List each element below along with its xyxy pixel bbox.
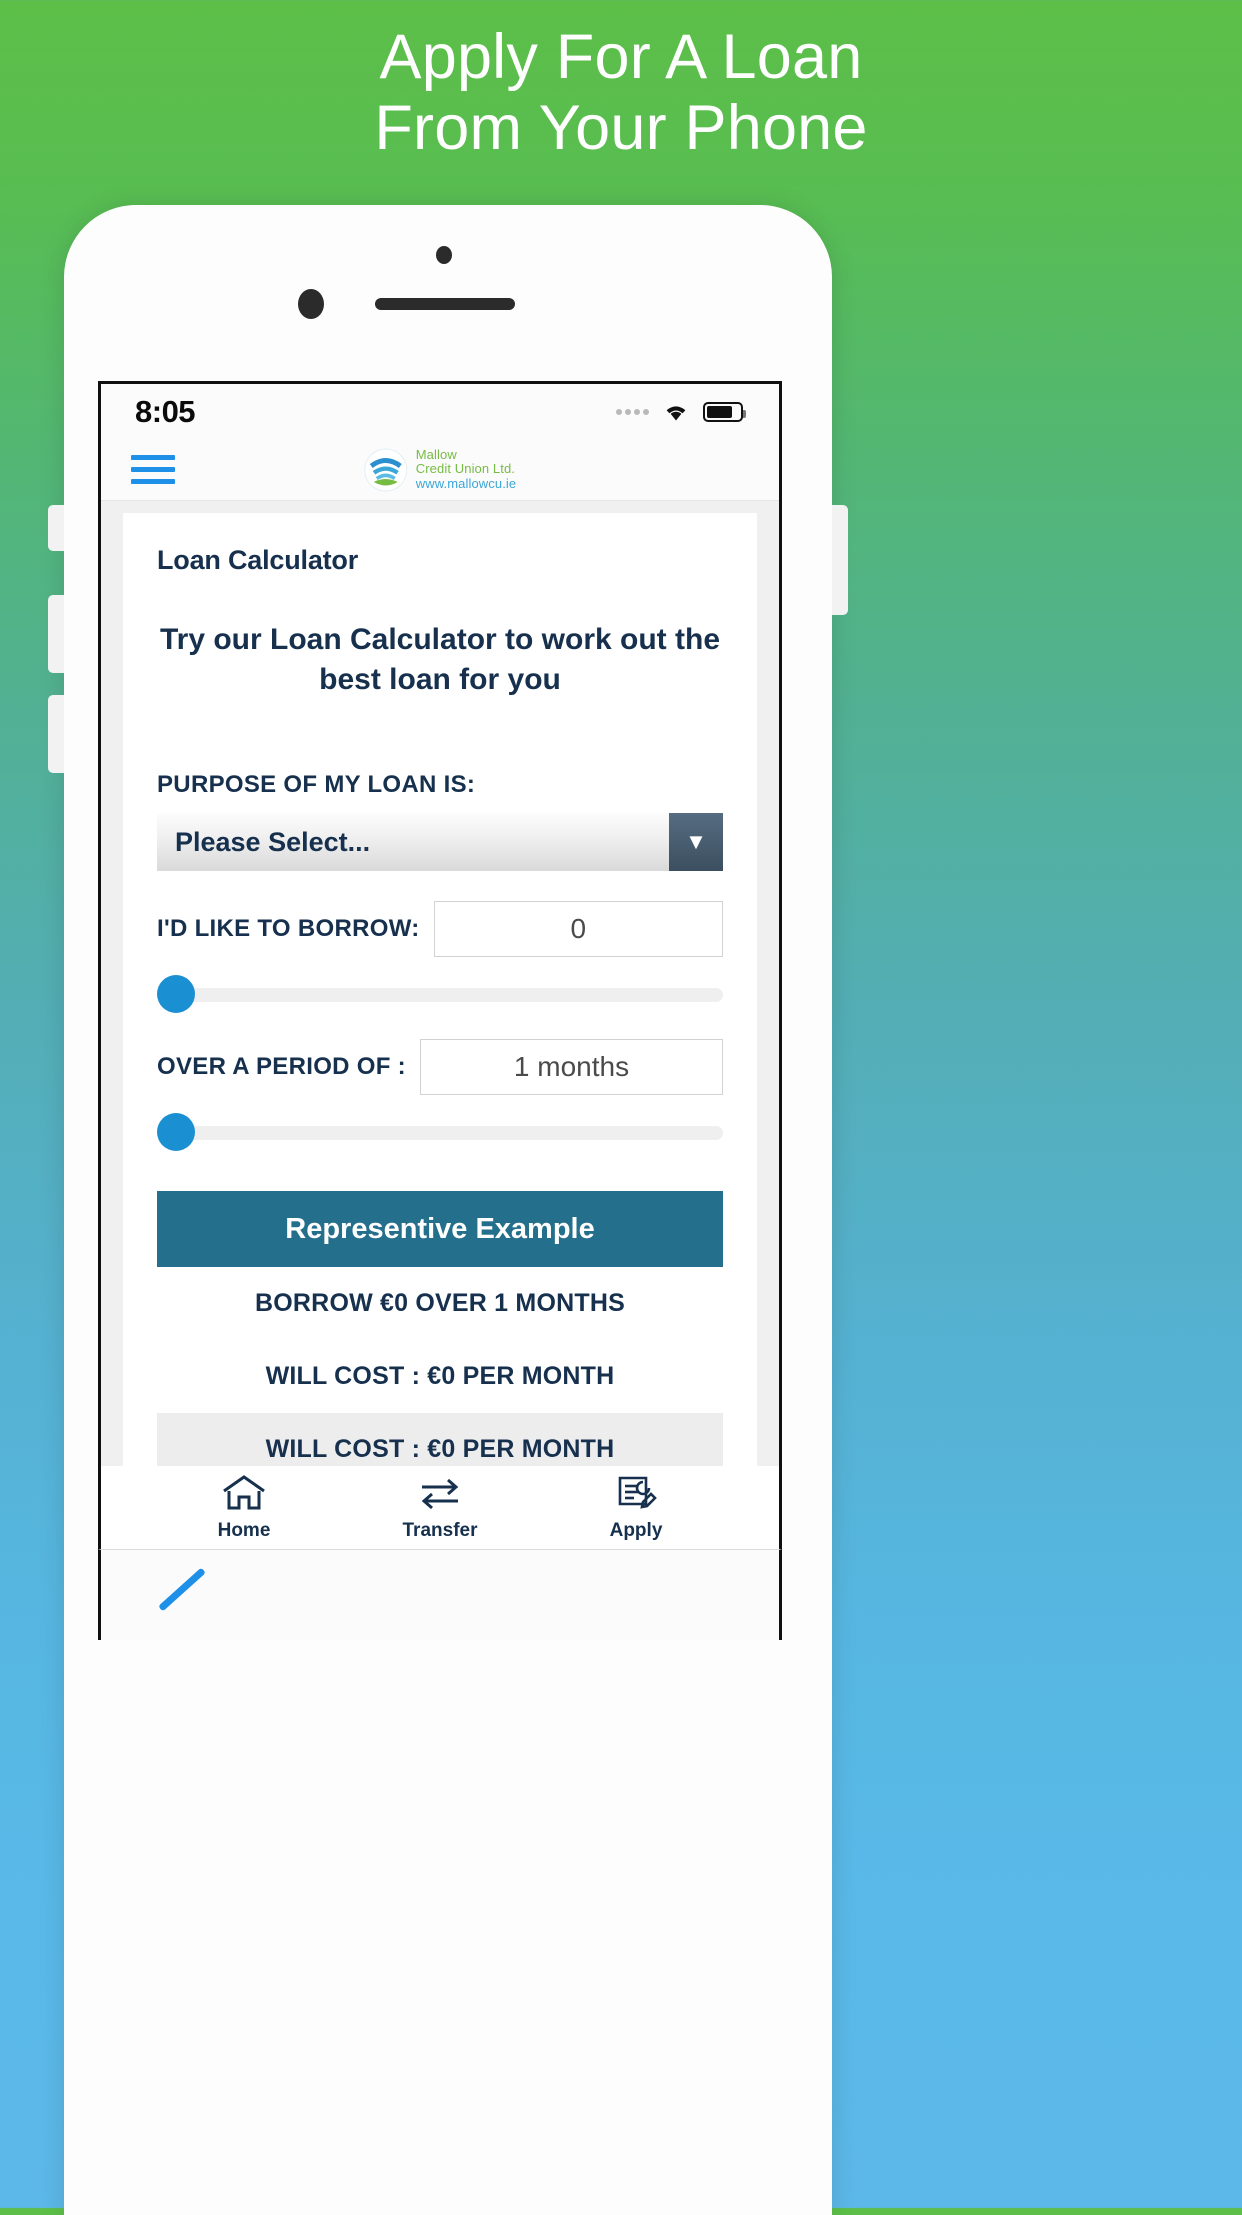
representative-example-button[interactable]: Representive Example [157, 1191, 723, 1268]
loan-calculator-card: Loan Calculator Try our Loan Calculator … [123, 513, 757, 1466]
phone-speaker-icon [375, 298, 515, 310]
status-bar-time: 8:05 [135, 393, 196, 429]
chevron-down-icon[interactable]: ▼ [669, 813, 723, 872]
app-header: Mallow Credit Union Ltd. www.mallowcu.ie [101, 439, 779, 501]
purpose-label: PURPOSE OF MY LOAN IS: [157, 771, 476, 799]
status-bar: 8:05 [101, 384, 779, 439]
tab-apply[interactable]: Apply [584, 1474, 688, 1542]
page-title: Loan Calculator [157, 545, 359, 575]
screen-bottom-area [98, 1550, 782, 1640]
borrow-slider-track[interactable] [175, 988, 723, 1003]
mallow-credit-union-logo-icon [364, 448, 408, 492]
page-body: Loan Calculator Try our Loan Calculator … [101, 501, 779, 1466]
phone-screen: 8:05 Mallow Credit Union Ltd. www.mallow… [98, 381, 782, 1466]
tab-transfer[interactable]: Transfer [388, 1474, 492, 1542]
phone-silent-switch [48, 505, 64, 551]
period-row: OVER A PERIOD OF : 1 months [157, 1039, 723, 1096]
phone-camera-icon [436, 246, 452, 264]
signal-dots-icon [616, 408, 649, 415]
phone-sensor-icon [298, 289, 324, 319]
page-subtitle: Try our Loan Calculator to work out the … [159, 623, 721, 696]
period-input[interactable]: 1 months [419, 1039, 723, 1096]
apply-document-icon [613, 1474, 659, 1517]
bottom-tab-bar: Home Transfer Apply [98, 1466, 782, 1550]
tab-transfer-label: Transfer [402, 1519, 478, 1541]
brand-logo[interactable]: Mallow Credit Union Ltd. www.mallowcu.ie [364, 446, 517, 492]
borrow-summary-line: BORROW €0 OVER 1 MONTHS [255, 1289, 625, 1318]
borrow-amount-slider[interactable] [157, 975, 723, 1014]
tab-home[interactable]: Home [192, 1474, 296, 1542]
promo-headline-line1: Apply For A Loan [379, 22, 863, 92]
borrow-slider-thumb[interactable] [157, 975, 195, 1014]
brand-line-3: www.mallowcu.ie [415, 475, 517, 491]
hamburger-menu-icon[interactable] [131, 455, 175, 484]
cost-line-2: WILL COST : €0 PER MONTH [157, 1413, 723, 1466]
transfer-arrows-icon [417, 1474, 463, 1517]
phone-mockup: 8:05 Mallow Credit Union Ltd. www.mallow… [48, 205, 848, 2215]
status-bar-indicators [616, 401, 746, 422]
brand-text: Mallow Credit Union Ltd. www.mallowcu.ie [415, 446, 517, 492]
phone-volume-down-button [48, 695, 64, 773]
period-label: OVER A PERIOD OF : [157, 1053, 406, 1081]
phone-volume-up-button [48, 595, 64, 673]
borrow-label: I'D LIKE TO BORROW: [157, 915, 420, 943]
promo-headline: Apply For A Loan From Your Phone [0, 22, 1242, 163]
brand-line-1: Mallow [415, 446, 457, 462]
phone-power-button [832, 505, 848, 615]
tab-apply-label: Apply [609, 1519, 663, 1541]
home-icon [221, 1474, 267, 1517]
tab-home-label: Home [217, 1519, 271, 1541]
partial-stroke-icon [158, 1567, 206, 1612]
battery-icon [703, 401, 746, 422]
promo-headline-line2: From Your Phone [374, 92, 868, 163]
purpose-select[interactable]: Please Select... ▼ [157, 813, 723, 872]
borrow-row: I'D LIKE TO BORROW: 0 [157, 901, 723, 958]
period-slider-thumb[interactable] [157, 1113, 195, 1152]
period-slider[interactable] [157, 1113, 723, 1152]
purpose-select-value[interactable]: Please Select... [157, 813, 669, 872]
brand-line-2: Credit Union Ltd. [415, 461, 516, 477]
borrow-amount-input[interactable]: 0 [433, 901, 723, 958]
period-slider-track[interactable] [175, 1126, 723, 1141]
wifi-icon [662, 401, 690, 422]
cost-line-1: WILL COST : €0 PER MONTH [265, 1362, 615, 1391]
loan-form: PURPOSE OF MY LOAN IS: Please Select... … [123, 771, 757, 1152]
